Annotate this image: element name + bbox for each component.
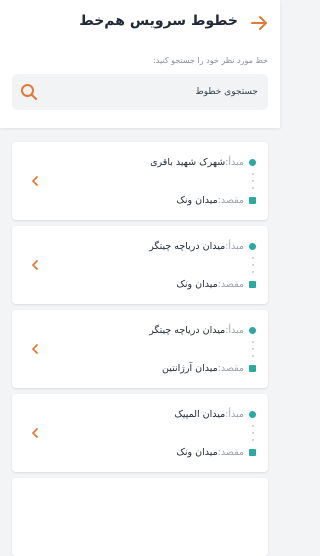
route-card[interactable] bbox=[12, 478, 268, 556]
origin-label: مبدأ: bbox=[225, 240, 244, 252]
destination-text: مقصد:میدان ونک bbox=[176, 195, 244, 206]
origin-text: مبدأ:شهرک شهید باقری bbox=[150, 157, 244, 168]
destination-label: مقصد: bbox=[217, 278, 244, 290]
origin-dot-icon bbox=[249, 410, 256, 418]
route-connector bbox=[251, 257, 254, 273]
route-card[interactable]: مبدأ:میدان المپیک مقصد:میدان ونک bbox=[12, 394, 268, 472]
route-origin: مبدأ:میدان دریاچه چیتگر bbox=[46, 323, 256, 337]
origin-dot-icon bbox=[249, 326, 256, 334]
chevron-left-icon[interactable] bbox=[30, 343, 40, 355]
origin-dot-icon bbox=[249, 158, 256, 166]
destination-dot-icon bbox=[249, 448, 256, 456]
search-icon bbox=[21, 84, 37, 100]
destination-dot-icon bbox=[249, 364, 256, 372]
destination-value: میدان ونک bbox=[176, 278, 218, 290]
back-button[interactable] bbox=[248, 12, 270, 34]
origin-value: میدان دریاچه چیتگر bbox=[149, 324, 226, 336]
search-box bbox=[12, 74, 268, 110]
route-card[interactable]: مبدأ:میدان دریاچه چیتگر مقصد:میدان آرژان… bbox=[12, 310, 268, 388]
chevron-left-icon[interactable] bbox=[30, 175, 40, 187]
route-connector bbox=[251, 425, 254, 441]
origin-text: مبدأ:میدان دریاچه چیتگر bbox=[149, 325, 244, 336]
route-card[interactable]: مبدأ:میدان دریاچه چیتگر مقصد:میدان ونک bbox=[12, 226, 268, 304]
route-connector bbox=[251, 341, 254, 357]
route-origin: مبدأ:شهرک شهید باقری bbox=[46, 155, 256, 169]
origin-text: مبدأ:میدان المپیک bbox=[174, 409, 244, 420]
destination-value: میدان ونک bbox=[176, 446, 218, 458]
destination-text: مقصد:میدان ونک bbox=[176, 279, 244, 290]
destination-label: مقصد: bbox=[217, 194, 244, 206]
route-origin: مبدأ:میدان المپیک bbox=[46, 407, 256, 421]
search-input[interactable] bbox=[58, 74, 258, 110]
chevron-left-icon[interactable] bbox=[30, 427, 40, 439]
destination-value: میدان آرژانتین bbox=[162, 362, 218, 374]
origin-value: میدان دریاچه چیتگر bbox=[149, 240, 226, 252]
destination-label: مقصد: bbox=[217, 446, 244, 458]
destination-dot-icon bbox=[249, 196, 256, 204]
route-destination: مقصد:میدان ونک bbox=[46, 277, 256, 291]
origin-dot-icon bbox=[249, 242, 256, 250]
origin-label: مبدأ: bbox=[225, 408, 244, 420]
destination-text: مقصد:میدان آرژانتین bbox=[162, 363, 244, 374]
arrow-right-icon bbox=[251, 16, 267, 30]
origin-text: مبدأ:میدان دریاچه چیتگر bbox=[149, 241, 244, 252]
origin-label: مبدأ: bbox=[225, 156, 244, 168]
route-destination: مقصد:میدان ونک bbox=[46, 193, 256, 207]
header: خطوط سرویس هم‌خط خط مورد نظر خود را جستج… bbox=[0, 0, 280, 128]
route-destination: مقصد:میدان آرژانتین bbox=[46, 361, 256, 375]
route-card[interactable]: مبدأ:شهرک شهید باقری مقصد:میدان ونک bbox=[12, 142, 268, 220]
page-title: خطوط سرویس هم‌خط bbox=[79, 13, 238, 29]
origin-label: مبدأ: bbox=[225, 324, 244, 336]
route-origin: مبدأ:میدان دریاچه چیتگر bbox=[46, 239, 256, 253]
destination-value: میدان ونک bbox=[176, 194, 218, 206]
route-destination: مقصد:میدان ونک bbox=[46, 445, 256, 459]
origin-value: شهرک شهید باقری bbox=[150, 156, 226, 168]
destination-text: مقصد:میدان ونک bbox=[176, 447, 244, 458]
destination-dot-icon bbox=[249, 280, 256, 288]
chevron-left-icon[interactable] bbox=[30, 259, 40, 271]
search-hint: خط مورد نظر خود را جستجو کنید: bbox=[153, 56, 268, 65]
origin-value: میدان المپیک bbox=[174, 408, 226, 420]
search-button[interactable] bbox=[20, 83, 38, 101]
route-connector bbox=[251, 173, 254, 189]
destination-label: مقصد: bbox=[217, 362, 244, 374]
